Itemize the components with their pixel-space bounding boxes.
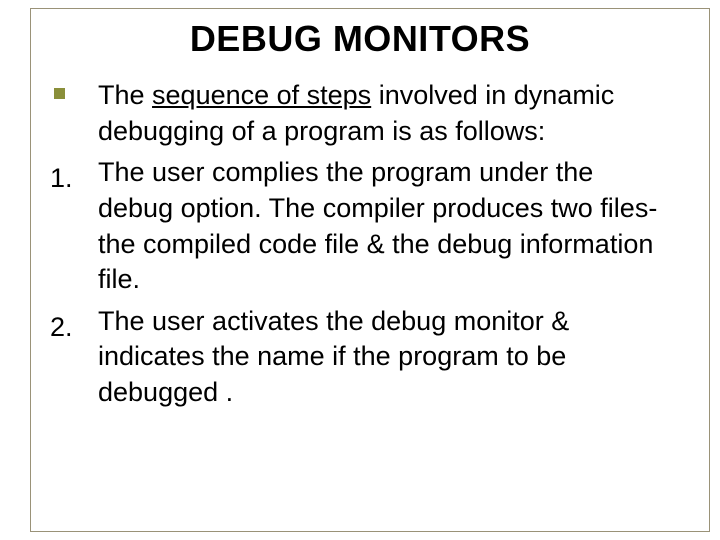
slide-frame <box>30 8 710 532</box>
